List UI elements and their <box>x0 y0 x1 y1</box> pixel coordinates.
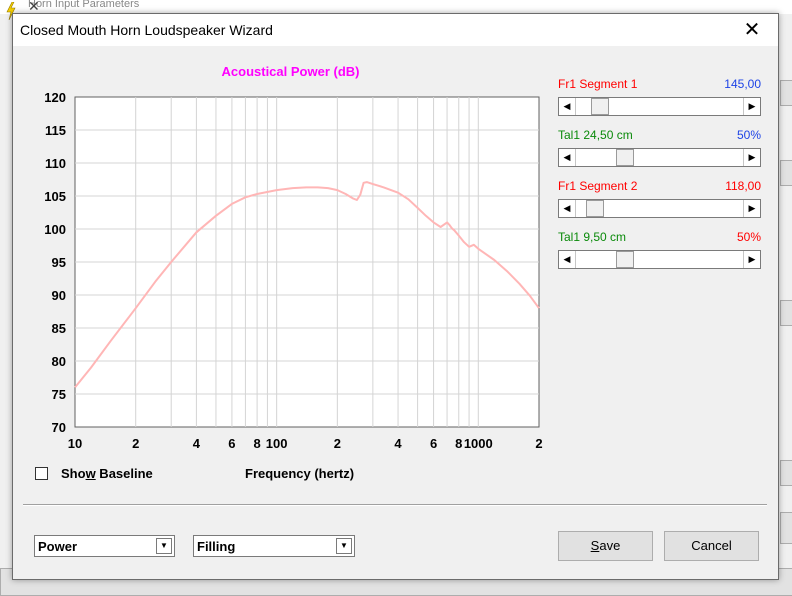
scroll-right-icon[interactable]: ▶ <box>743 149 760 166</box>
y-tick-label: 100 <box>44 222 66 237</box>
mode-dropdown-value: Power <box>38 539 78 554</box>
horn-wizard-dialog: Closed Mouth Horn Loudspeaker Wizard ✕ A… <box>12 13 779 580</box>
y-tick-label: 110 <box>45 156 66 171</box>
cancel-button[interactable]: Cancel <box>664 531 759 561</box>
background-control <box>780 512 792 544</box>
y-tick-label: 120 <box>44 90 66 105</box>
acoustical-power-chart: 120 115 110 105 100 95 90 85 80 75 7010 2 4 6 8 100 2 4 6 8… <box>44 90 542 451</box>
close-icon[interactable]: ✕ <box>730 14 774 46</box>
x-tick-label: 2 <box>132 436 139 451</box>
scroll-right-icon[interactable]: ▶ <box>743 98 760 115</box>
scroll-left-icon[interactable]: ◀ <box>559 98 576 115</box>
background-control <box>780 300 792 326</box>
scroll-right-icon[interactable]: ▶ <box>743 251 760 268</box>
slider-thumb[interactable] <box>590 98 609 115</box>
y-tick-label: 95 <box>52 255 66 270</box>
scroll-left-icon[interactable]: ◀ <box>559 251 576 268</box>
y-tick-label: 115 <box>45 123 66 138</box>
background-window-titlebar: Horn Input Parameters ✕ <box>0 0 792 20</box>
x-tick-label: 2 <box>334 436 341 451</box>
slider-track[interactable]: ◀ ▶ <box>558 148 761 167</box>
slider-value: 50% <box>736 230 761 244</box>
x-tick-label: 1000 <box>464 436 493 451</box>
y-tick-label: 90 <box>52 288 66 303</box>
scroll-right-icon[interactable]: ▶ <box>743 200 760 217</box>
x-tick-label: 2 <box>535 436 542 451</box>
x-tick-label: 6 <box>430 436 437 451</box>
y-tick-label: 75 <box>52 387 66 402</box>
slider-track[interactable]: ◀ ▶ <box>558 97 761 116</box>
slider-track[interactable]: ◀ ▶ <box>558 199 761 218</box>
x-tick-label: 4 <box>193 436 201 451</box>
slider-thumb[interactable] <box>616 251 635 268</box>
divider <box>23 504 767 506</box>
save-button[interactable]: Save <box>558 531 653 561</box>
x-tick-label: 8 <box>455 436 462 451</box>
background-control <box>780 80 792 106</box>
scroll-left-icon[interactable]: ◀ <box>559 149 576 166</box>
slider-thumb[interactable] <box>616 149 635 166</box>
chevron-down-icon[interactable]: ▼ <box>336 538 352 554</box>
slider-value: 118,00 <box>725 179 761 193</box>
background-control <box>780 160 792 186</box>
mode-dropdown[interactable]: Power ▼ <box>34 535 175 557</box>
y-tick-label: 85 <box>52 321 66 336</box>
chevron-down-icon[interactable]: ▼ <box>156 538 172 554</box>
y-tick-label: 80 <box>52 354 66 369</box>
filling-dropdown-value: Filling <box>197 539 236 554</box>
show-baseline-label[interactable]: Show Baseline <box>61 466 153 481</box>
background-control <box>780 460 792 486</box>
slider-thumb[interactable] <box>586 200 605 217</box>
scroll-left-icon[interactable]: ◀ <box>559 200 576 217</box>
y-tick-label: 105 <box>44 189 66 204</box>
filling-dropdown[interactable]: Filling ▼ <box>193 535 355 557</box>
x-tick-label: 10 <box>68 436 82 451</box>
slider-track[interactable]: ◀ ▶ <box>558 250 761 269</box>
x-tick-label: 100 <box>266 436 288 451</box>
x-tick-label: 4 <box>394 436 402 451</box>
slider-value: 50% <box>736 128 761 142</box>
y-tick-label: 70 <box>52 420 66 435</box>
x-axis-label: Frequency (hertz) <box>245 466 355 481</box>
x-tick-label: 6 <box>228 436 235 451</box>
show-baseline-checkbox[interactable] <box>35 467 48 480</box>
x-tick-label: 8 <box>253 436 260 451</box>
slider-value: 145,00 <box>724 77 761 91</box>
